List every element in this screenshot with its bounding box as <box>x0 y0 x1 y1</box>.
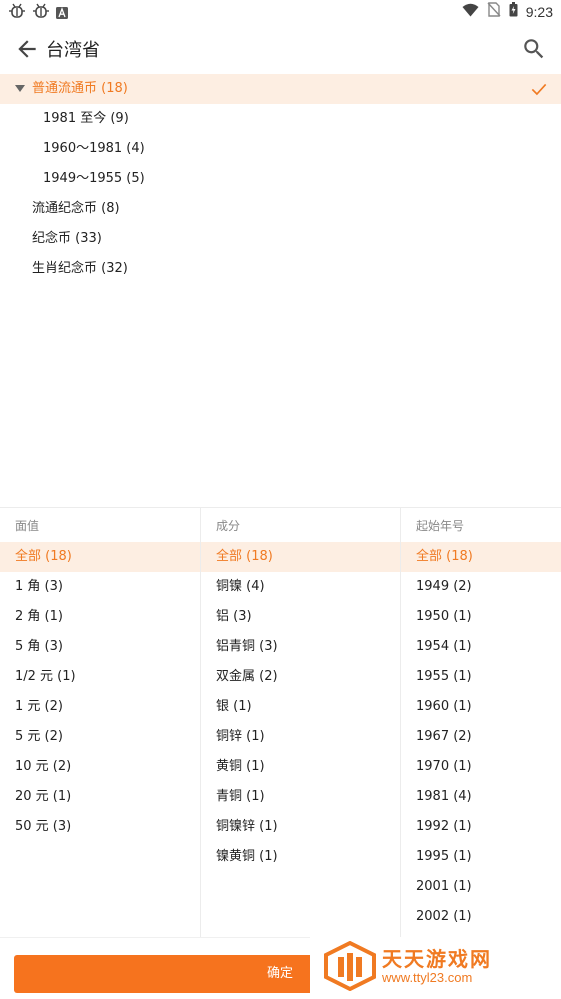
filter-option[interactable]: 铝 (3) <box>201 602 400 632</box>
tree-item-label: 普通流通币 (18) <box>32 81 128 96</box>
filter-option[interactable]: 1981 (4) <box>401 782 561 812</box>
filter-option[interactable]: 青铜 (1) <box>201 782 400 812</box>
filter-option[interactable]: 20 元 (1) <box>0 782 200 812</box>
tree-item-label: 1949～1955 (5) <box>43 171 145 186</box>
tree-item-label: 1981 至今 (9) <box>43 111 129 126</box>
filter-option[interactable]: 1970 (1) <box>401 752 561 782</box>
tree-item[interactable]: 流通纪念币 (8) <box>0 194 561 224</box>
filter-option[interactable]: 50 元 (3) <box>0 812 200 842</box>
filter-option[interactable]: 1/2 元 (1) <box>0 662 200 692</box>
status-time: 9:23 <box>525 3 553 20</box>
watermark-text: 天天游戏网 <box>382 947 492 971</box>
tree-item-label: 生肖纪念币 (32) <box>32 261 128 276</box>
filter-header: 面值 <box>15 519 40 533</box>
tree-item[interactable]: 生肖纪念币 (32) <box>0 254 561 284</box>
filter-option[interactable]: 5 角 (3) <box>0 632 200 662</box>
filter-option[interactable]: 1955 (1) <box>401 662 561 692</box>
category-tree: 普通流通币 (18) 1981 至今 (9) 1960～1981 (4) 194… <box>0 74 561 284</box>
filter-option[interactable]: 1967 (2) <box>401 722 561 752</box>
search-button[interactable] <box>521 36 547 62</box>
filter-option[interactable]: 2001 (1) <box>401 872 561 902</box>
no-sim-icon <box>487 2 501 21</box>
filter-option[interactable]: 1949 (2) <box>401 572 561 602</box>
filter-option[interactable]: 铜镍 (4) <box>201 572 400 602</box>
status-bar: 9:23 <box>0 0 561 24</box>
tree-subitem[interactable]: 1960～1981 (4) <box>0 134 561 164</box>
filter-panel: 面值 全部 (18) 1 角 (3) 2 角 (1) 5 角 (3) 1/2 元 (1)… <box>0 507 561 938</box>
filter-column-denomination[interactable]: 面值 全部 (18) 1 角 (3) 2 角 (1) 5 角 (3) 1/2 元 (1)… <box>0 508 200 938</box>
filter-option[interactable]: 10 元 (2) <box>0 752 200 782</box>
watermark: 天天游戏网 www.ttyl23.com <box>310 937 561 999</box>
filter-option[interactable]: 铜锌 (1) <box>201 722 400 752</box>
app-bar: 台湾省 <box>0 24 561 74</box>
filter-option[interactable]: 双金属 (2) <box>201 662 400 692</box>
filter-option[interactable]: 1 元 (2) <box>0 692 200 722</box>
filter-option[interactable]: 1992 (1) <box>401 812 561 842</box>
battery-icon <box>509 2 518 21</box>
filter-option[interactable]: 5 元 (2) <box>0 722 200 752</box>
filter-option[interactable]: 银 (1) <box>201 692 400 722</box>
filter-header: 成分 <box>216 519 241 533</box>
filter-option[interactable]: 1950 (1) <box>401 602 561 632</box>
tree-item-label: 1960～1981 (4) <box>43 141 145 156</box>
wifi-icon <box>462 2 479 21</box>
tree-subitem[interactable]: 1949～1955 (5) <box>0 164 561 194</box>
search-icon <box>524 39 544 59</box>
tree-item[interactable]: 纪念币 (33) <box>0 224 561 254</box>
filter-option[interactable]: 1954 (1) <box>401 632 561 662</box>
filter-header: 起始年号 <box>416 519 465 533</box>
filter-option[interactable]: 1 角 (3) <box>0 572 200 602</box>
arrow-left-icon <box>18 40 36 58</box>
filter-option[interactable]: 1995 (1) <box>401 842 561 872</box>
filter-option[interactable]: 1960 (1) <box>401 692 561 722</box>
tree-subitem[interactable]: 1981 至今 (9) <box>0 104 561 134</box>
bug-icon <box>32 3 50 23</box>
filter-option[interactable]: 全部 (18) <box>401 542 561 572</box>
filter-column-start-year[interactable]: 起始年号 全部 (18) 1949 (2) 1950 (1) 1954 (1) 1955… <box>400 508 561 938</box>
filter-option[interactable]: 全部 (18) <box>0 542 200 572</box>
filter-option[interactable]: 2 角 (1) <box>0 602 200 632</box>
filter-option[interactable]: 黄铜 (1) <box>201 752 400 782</box>
tree-item-label: 纪念币 (33) <box>32 231 102 246</box>
filter-option[interactable]: 铝青铜 (3) <box>201 632 400 662</box>
tree-item-label: 流通纪念币 (8) <box>32 201 120 216</box>
filter-option[interactable]: 2002 (1) <box>401 902 561 932</box>
filter-option[interactable]: 全部 (18) <box>201 542 400 572</box>
bug-icon <box>8 3 26 23</box>
filter-option[interactable]: 镍黄铜 (1) <box>201 842 400 872</box>
watermark-url: www.ttyl23.com <box>382 970 473 985</box>
filter-option[interactable]: 铜镍锌 (1) <box>201 812 400 842</box>
watermark-logo-icon <box>324 940 376 995</box>
filter-column-composition[interactable]: 成分 全部 (18) 铜镍 (4) 铝 (3) 铝青铜 (3) 双金属 (2) 银 (1)… <box>200 508 400 938</box>
back-button[interactable] <box>14 36 40 62</box>
a-badge-icon <box>56 4 68 23</box>
page-title: 台湾省 <box>46 40 100 61</box>
tree-item-selected[interactable]: 普通流通币 (18) <box>0 74 561 104</box>
caret-down-icon <box>15 85 25 92</box>
